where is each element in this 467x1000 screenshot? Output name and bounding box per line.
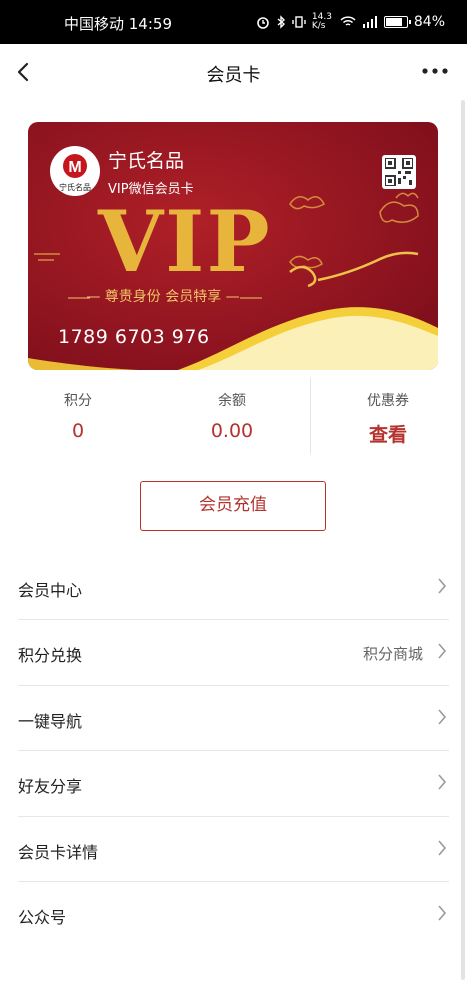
card-slogan: — 尊贵身份 会员特享 — [86, 289, 240, 305]
menu-item-label: 会员卡详情 [18, 842, 99, 862]
member-stats: 积分 0 余额 0.00 优惠券 查看 [18, 378, 449, 456]
menu-item-label: 会员中心 [18, 581, 83, 600]
wifi-icon [340, 16, 356, 26]
balance-value: 0.00 [210, 420, 254, 442]
coupon-view-link[interactable]: 查看 [318, 420, 458, 447]
card-number: 1789 6703 976 [58, 326, 210, 348]
coupon-stat[interactable]: 优惠券 查看 [318, 378, 458, 447]
menu-item-navigation[interactable]: 一键导航 [18, 686, 449, 752]
menu-item-card-details[interactable]: 会员卡详情 [18, 817, 449, 882]
chevron-right-icon [438, 905, 447, 921]
logo-text: 宁氏名品 [59, 182, 91, 192]
vibrate-icon [292, 16, 306, 28]
battery-percent: 84% [413, 14, 445, 30]
menu-item-label: 一键导航 [18, 711, 83, 731]
signal-4g-icon [362, 16, 377, 28]
card-brand-name: 宁氏名品 [108, 150, 185, 172]
menu-item-label: 公众号 [18, 907, 67, 927]
page-title: 会员卡 [206, 65, 261, 86]
menu-list: 会员中心 积分兑换 积分商城 一键导航 好友分享 会员卡详情 公众号 [18, 555, 449, 947]
chevron-right-icon [438, 774, 447, 790]
points-value: 0 [71, 420, 85, 442]
menu-item-label: 积分兑换 [18, 646, 83, 666]
vip-text: VIP [98, 192, 272, 291]
more-dots-icon[interactable] [421, 61, 449, 81]
menu-item-extra: 积分商城 [362, 645, 423, 664]
points-label: 积分 [64, 393, 92, 409]
status-bar: 中国移动 14:59 14.3 K/s 84% [0, 0, 467, 44]
scrollbar[interactable] [461, 100, 465, 980]
chevron-right-icon [438, 709, 447, 725]
network-speed: 14.3 K/s [311, 12, 332, 31]
menu-item-member-center[interactable]: 会员中心 [18, 555, 449, 621]
recharge-button[interactable]: 会员充值 [140, 481, 326, 531]
bluetooth-icon [277, 15, 285, 29]
balance-stat[interactable]: 余额 0.00 [162, 378, 302, 442]
brand-logo: M 宁氏名品 [50, 146, 100, 196]
battery-icon [383, 16, 411, 28]
chevron-right-icon [438, 840, 447, 856]
logo-letter: M [68, 159, 81, 176]
balance-label: 余额 [218, 393, 246, 409]
menu-item-official-account[interactable]: 公众号 [18, 882, 449, 947]
menu-item-points-exchange[interactable]: 积分兑换 积分商城 [18, 620, 449, 686]
stats-divider [310, 378, 311, 454]
menu-item-share[interactable]: 好友分享 [18, 751, 449, 817]
coupon-label: 优惠券 [367, 393, 409, 409]
chevron-right-icon [438, 578, 447, 594]
membership-card[interactable]: M 宁氏名品 宁氏名品 VIP微信会员卡 VIP — 尊贵身份 会员特享 — 1… [28, 122, 438, 370]
carrier-time: 中国移动 14:59 [64, 15, 172, 33]
nav-bar: 会员卡 [0, 44, 467, 100]
status-icons: 14.3 K/s 84% [256, 13, 445, 31]
qr-code-icon[interactable] [382, 155, 416, 189]
chevron-right-icon [438, 643, 447, 659]
points-stat[interactable]: 积分 0 [8, 378, 148, 442]
alarm-icon [257, 17, 269, 29]
menu-item-label: 好友分享 [18, 777, 83, 797]
